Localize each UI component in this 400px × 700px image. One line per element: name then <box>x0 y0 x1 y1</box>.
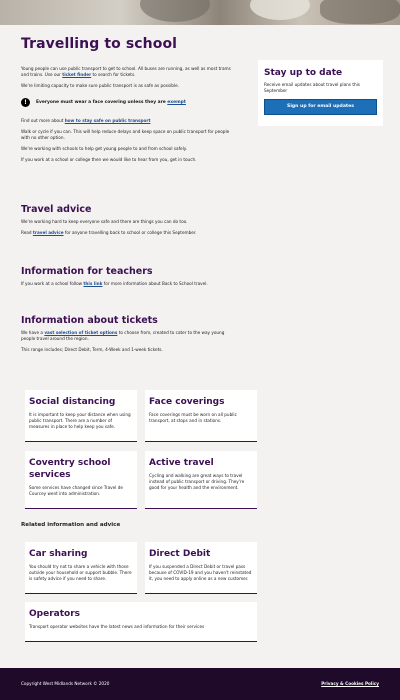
ticket-options-link[interactable]: vast selection of ticket options <box>44 330 117 335</box>
page-title: Travelling to school <box>21 36 178 52</box>
related-heading: Related information and advice <box>21 522 121 528</box>
intro-section: Young people can use public transport to… <box>21 66 236 168</box>
warning-icon: ! <box>21 98 30 107</box>
intro-paragraph: Young people can use public transport to… <box>21 66 231 77</box>
travel-advice-link[interactable]: travel advice <box>33 230 64 235</box>
card-direct-debit[interactable]: Direct Debit If you suspended a Direct D… <box>145 542 257 594</box>
card-active-travel[interactable]: Active travel Cycling and walking are gr… <box>145 451 257 509</box>
sidebar-heading: Stay up to date <box>264 68 343 78</box>
schools-paragraph: We're working with schools to help get y… <box>21 146 187 151</box>
face-covering-warning: ! Everyone must wear a face covering unl… <box>21 98 236 107</box>
privacy-policy-link[interactable]: Privacy & Cookies Policy <box>321 681 379 686</box>
site-footer: Copyright West Midlands Network © 2020 P… <box>0 668 400 700</box>
travel-advice-section: Travel advice We're working hard to keep… <box>21 204 236 241</box>
travel-advice-heading: Travel advice <box>21 204 92 215</box>
get-in-touch-paragraph: If you work at a school or college then … <box>21 157 197 162</box>
stay-safe-link[interactable]: how to stay safe on public transport <box>65 118 151 123</box>
teachers-section: Information for teachers If you work at … <box>21 266 236 292</box>
card-car-sharing[interactable]: Car sharing You should try not to share … <box>25 542 137 594</box>
capacity-paragraph: We're limiting capacity to make sure pub… <box>21 83 179 88</box>
hero-image <box>0 0 400 25</box>
card-social-distancing[interactable]: Social distancing It is important to kee… <box>25 390 137 442</box>
teachers-heading: Information for teachers <box>21 266 153 277</box>
card-operators[interactable]: Operators Transport operator websites ha… <box>25 602 257 642</box>
email-signup-button[interactable]: Sign up for email updates <box>264 99 377 115</box>
exempt-link[interactable]: exempt <box>167 100 186 105</box>
tickets-heading: Information about tickets <box>21 315 158 326</box>
card-face-coverings[interactable]: Face coverings Face coverings must be wo… <box>145 390 257 442</box>
stay-up-to-date-panel: Stay up to date Receive email updates ab… <box>258 60 383 126</box>
tickets-section: Information about tickets We have a vast… <box>21 315 236 358</box>
copyright-text: Copyright West Midlands Network © 2020 <box>21 681 110 686</box>
walk-cycle-paragraph: Walk or cycle if you can. This will help… <box>21 129 230 140</box>
teachers-link[interactable]: this link <box>83 281 102 286</box>
ticket-finder-link[interactable]: ticket finder <box>62 72 91 77</box>
stay-safe-paragraph: Find out more about how to stay safe on … <box>21 118 151 123</box>
sidebar-text: Receive email updates about travel plans… <box>264 82 360 93</box>
card-coventry-school-services[interactable]: Coventry school services Some services h… <box>25 451 137 509</box>
